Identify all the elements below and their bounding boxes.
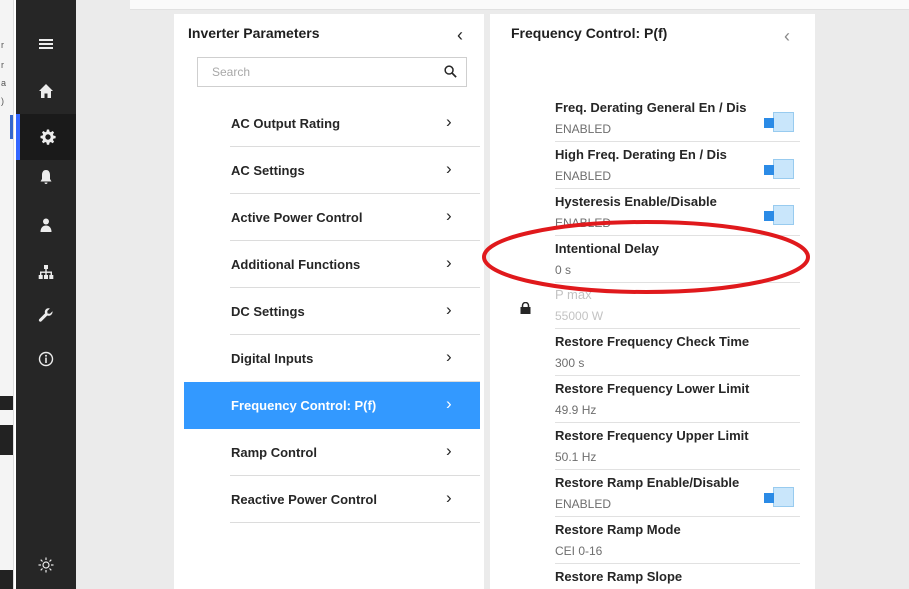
list-item-ramp-control[interactable]: Ramp Control › [184, 429, 480, 476]
icon-sidebar [16, 0, 76, 589]
search-icon[interactable] [443, 64, 458, 79]
list-item-label: Reactive Power Control [231, 492, 377, 507]
list-item-label: AC Settings [231, 163, 305, 178]
list-item-additional-functions[interactable]: Additional Functions › [184, 241, 480, 288]
search-box [197, 57, 467, 87]
window-edge: r r a ) [0, 0, 14, 589]
brightness-icon[interactable] [16, 542, 76, 588]
chevron-right-icon: › [446, 159, 452, 178]
edge-dark-strip [0, 425, 13, 455]
toggle-switch[interactable] [764, 159, 794, 179]
bell-icon[interactable] [16, 154, 76, 200]
param-restore-ramp-mode[interactable]: Restore Ramp Mode CEI 0-16 [555, 522, 800, 558]
user-icon[interactable] [16, 202, 76, 248]
toggle-switch[interactable] [764, 487, 794, 507]
list-item-label: AC Output Rating [231, 116, 341, 131]
param-value: 55000 W [555, 309, 604, 323]
param-restore-freq-upper-limit[interactable]: Restore Frequency Upper Limit 50.1 Hz [555, 428, 800, 464]
param-label: Restore Frequency Upper Limit [555, 428, 749, 443]
network-icon[interactable] [16, 249, 76, 295]
home-icon[interactable] [16, 68, 76, 114]
edge-fragment: ) [1, 96, 4, 106]
panel-title: Frequency Control: P(f) [511, 25, 668, 41]
toggle-switch[interactable] [764, 112, 794, 132]
top-strip [130, 0, 909, 10]
list-item-digital-inputs[interactable]: Digital Inputs › [184, 335, 480, 382]
list-item-ac-output-rating[interactable]: AC Output Rating › [184, 100, 480, 147]
list-item-reactive-power-control[interactable]: Reactive Power Control › [184, 476, 480, 523]
list-item-frequency-control[interactable]: Frequency Control: P(f) › [184, 382, 480, 429]
info-icon[interactable] [16, 336, 76, 382]
edge-dark-strip [0, 396, 13, 410]
panel-title: Inverter Parameters [188, 25, 320, 41]
param-restore-ramp-slope[interactable]: Restore Ramp Slope [555, 569, 800, 584]
chevron-right-icon: › [446, 394, 452, 413]
chevron-left-icon[interactable]: ‹ [784, 26, 790, 47]
param-restore-freq-check-time[interactable]: Restore Frequency Check Time 300 s [555, 334, 800, 370]
wrench-icon[interactable] [16, 292, 76, 338]
param-label: Restore Frequency Check Time [555, 334, 750, 349]
list-item-ac-settings[interactable]: AC Settings › [184, 147, 480, 194]
edge-fragment: r [1, 60, 4, 70]
search-input[interactable] [210, 64, 434, 80]
annotation-ellipse [482, 220, 810, 294]
chevron-right-icon: › [446, 253, 452, 272]
chevron-right-icon: › [446, 347, 452, 366]
edge-fragment: a [1, 78, 7, 88]
param-label: Restore Ramp Slope [555, 569, 683, 584]
edge-highlight [10, 115, 13, 139]
param-value: 300 s [555, 356, 585, 370]
param-label: Restore Ramp Mode [555, 522, 681, 537]
chevron-right-icon: › [446, 441, 452, 460]
param-label: Restore Frequency Lower Limit [555, 381, 750, 396]
edge-dark-strip [0, 570, 13, 589]
chevron-right-icon: › [446, 488, 452, 507]
list-item-label: DC Settings [231, 304, 305, 319]
parameter-group-list: AC Output Rating › AC Settings › Active … [184, 100, 480, 523]
list-item-label: Ramp Control [231, 445, 317, 460]
chevron-right-icon: › [446, 206, 452, 225]
list-item-dc-settings[interactable]: DC Settings › [184, 288, 480, 335]
list-item-active-power-control[interactable]: Active Power Control › [184, 194, 480, 241]
chevron-left-icon[interactable]: ‹ [457, 25, 463, 46]
chevron-right-icon: › [446, 300, 452, 319]
param-value: CEI 0-16 [555, 544, 603, 558]
lock-icon [520, 302, 531, 314]
chevron-right-icon: › [446, 112, 452, 131]
edge-fragment: r [1, 40, 4, 50]
param-restore-freq-lower-limit[interactable]: Restore Frequency Lower Limit 49.9 Hz [555, 381, 800, 417]
param-value: 49.9 Hz [555, 403, 597, 417]
menu-icon[interactable] [16, 21, 76, 67]
list-item-label: Additional Functions [231, 257, 361, 272]
list-item-label: Digital Inputs [231, 351, 314, 366]
list-item-label: Frequency Control: P(f) [231, 398, 377, 413]
param-value: 50.1 Hz [555, 450, 597, 464]
list-item-label: Active Power Control [231, 210, 363, 225]
